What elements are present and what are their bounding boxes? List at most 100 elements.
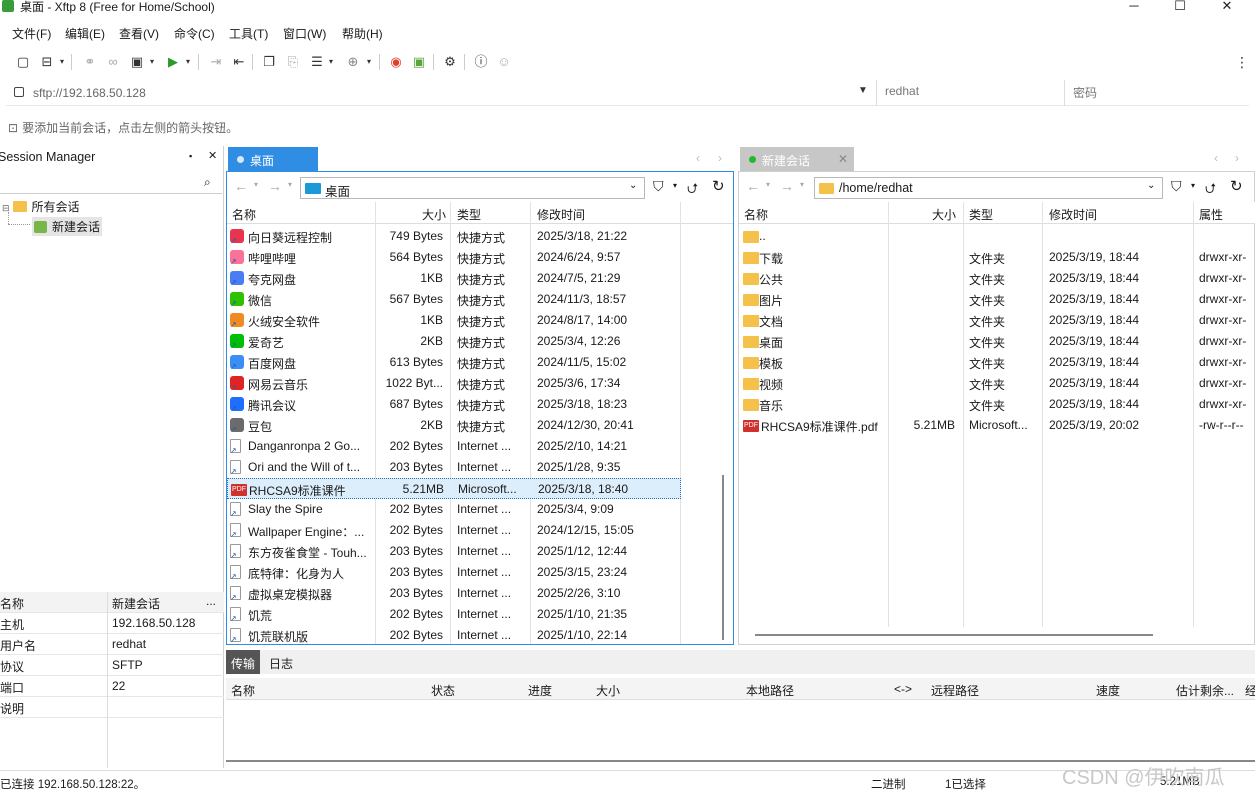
left-scrollbar[interactable] [722,475,724,640]
column-size[interactable]: 大小 [932,206,956,223]
tab-new-session[interactable]: 新建会话 ✕ [740,147,854,171]
bookmark-icon[interactable]: ⛉ [1171,178,1182,195]
column-status[interactable]: 状态 [431,682,455,699]
minimize-button[interactable]: ─ [1114,0,1154,14]
file-row[interactable]: 音乐 文件夹 2025/3/19, 18:44 drwxr-xr- [739,394,1255,415]
file-row[interactable]: 文档 文件夹 2025/3/19, 18:44 drwxr-xr- [739,310,1255,331]
chat-icon[interactable]: ☺ [495,53,513,71]
file-row[interactable]: ↗ 爱奇艺 2KB 快捷方式 2025/3/4, 12:26 [227,331,681,352]
tab-next-icon[interactable]: › [718,151,722,165]
password-input[interactable]: 密码 [1064,80,1249,106]
file-row[interactable]: PDF RHCSA9标准课件.pdf 5.21MB Microsoft... 2025/… [739,415,1255,436]
file-row[interactable]: ↗ 饥荒 202 Bytes Internet ... 2025/1/10, 21:35 [227,604,681,625]
file-row[interactable]: 公共 文件夹 2025/3/19, 18:44 drwxr-xr- [739,268,1255,289]
file-row[interactable]: ↗ 东方夜雀食堂 - Touh... 203 Bytes Internet ... 20… [227,541,681,562]
column-size[interactable]: 大小 [422,206,446,223]
file-row[interactable]: ↗ 虚拟桌宠模拟器 203 Bytes Internet ... 2025/2/26, … [227,583,681,604]
chevron-down-icon[interactable]: ▾ [800,180,804,189]
transfer-mode[interactable]: 二进制 [871,776,906,792]
column-progress[interactable]: 进度 [528,682,552,699]
copy-icon[interactable]: ❐ [260,53,278,71]
xftp-icon[interactable]: ▣ [410,53,428,71]
open-session-icon[interactable]: ⊟ [38,53,56,71]
menu-help[interactable]: 帮助(H) [342,25,383,42]
close-icon[interactable]: ✕ [208,146,217,166]
column-local-path[interactable]: 本地路径 [746,682,794,699]
column-name[interactable]: 名称 [232,206,256,223]
bookmark-icon[interactable]: ⛉ [653,178,664,195]
chevron-down-icon[interactable]: ▾ [57,53,67,71]
file-row[interactable]: ↗ Wallpaper Engine：... 202 Bytes Internet .… [227,520,681,541]
column-speed[interactable]: 速度 [1096,682,1120,699]
column-type[interactable]: 类型 [969,206,993,223]
chevron-down-icon[interactable]: ⌄ [1147,180,1155,191]
column-type[interactable]: 类型 [457,206,481,223]
gear-icon[interactable]: ⚙ [441,53,459,71]
column-size[interactable]: 大小 [596,682,620,699]
column-mtime[interactable]: 修改时间 [1049,206,1097,223]
menu-edit[interactable]: 编辑(E) [65,25,105,42]
upload-icon[interactable]: ⇥ [207,53,225,71]
maximize-button[interactable]: ☐ [1160,0,1200,14]
back-icon[interactable]: ← [234,178,248,194]
menu-command[interactable]: 命令(C) [174,25,215,42]
parent-folder-icon[interactable]: ⮍ [1205,178,1216,202]
chevron-down-icon[interactable]: ▾ [673,181,677,190]
file-row[interactable]: ↗ 百度网盘 613 Bytes 快捷方式 2024/11/5, 15:02 [227,352,681,373]
menu-window[interactable]: 窗口(W) [283,25,326,42]
help-icon[interactable]: ⓘ [472,53,490,71]
file-row[interactable]: 下载 文件夹 2025/3/19, 18:44 drwxr-xr- [739,247,1255,268]
file-row[interactable]: ↗ 网易云音乐 1022 Byt... 快捷方式 2025/3/6, 17:34 [227,373,681,394]
file-row[interactable]: .. [739,226,1255,247]
tab-transfer[interactable]: 传输 [226,650,261,674]
tree-item-all-sessions[interactable]: ⊟ 所有会话 [2,198,80,215]
file-row[interactable]: PDF RHCSA9标准课件 5.21MB Microsoft... 2025/3/18… [227,478,681,499]
tab-prev-icon[interactable]: ‹ [696,151,700,165]
forward-icon[interactable]: → [780,178,794,194]
back-icon[interactable]: ← [746,178,760,194]
chevron-down-icon[interactable]: ▾ [326,53,336,71]
file-row[interactable]: ↗ 饥荒联机版 202 Bytes Internet ... 2025/1/10, 22… [227,625,681,646]
right-path-input[interactable]: /home/redhat ⌄ [814,177,1163,199]
tree-item-new-session[interactable]: 新建会话 [32,217,103,236]
column-name[interactable]: 名称 [744,206,768,223]
file-row[interactable]: ↗ Danganronpa 2 Go... 202 Bytes Internet ..… [227,436,681,457]
close-button[interactable]: ✕ [1207,0,1247,14]
menu-view[interactable]: 查看(V) [119,25,159,42]
session-search[interactable]: ⌕ [0,172,222,194]
right-hscrollbar[interactable] [755,634,1153,636]
file-row[interactable]: ↗ 豆包 2KB 快捷方式 2024/12/30, 20:41 [227,415,681,436]
file-row[interactable]: ↗ Slay the Spire 202 Bytes Internet ... 2025… [227,499,681,520]
disconnect-icon[interactable]: ⚭ [81,53,99,71]
chevron-down-icon[interactable]: ▾ [254,180,258,189]
file-row[interactable]: ↗ 火绒安全软件 1KB 快捷方式 2024/8/17, 14:00 [227,310,681,331]
column-extra[interactable]: 经 [1245,682,1255,699]
xshell-icon[interactable]: ◉ [387,53,405,71]
forward-icon[interactable]: → [268,178,282,194]
parent-folder-icon[interactable]: ⮍ [687,178,698,202]
tab-prev-icon[interactable]: ‹ [1214,151,1218,165]
tab-log[interactable]: 日志 [269,655,293,672]
file-row[interactable]: ↗ 哔哩哔哩 564 Bytes 快捷方式 2024/6/24, 9:57 [227,247,681,268]
tab-desktop[interactable]: 桌面 [228,147,318,171]
refresh-icon[interactable]: ↻ [712,177,725,195]
search-icon[interactable]: ⌕ [204,175,211,190]
tab-next-icon[interactable]: › [1235,151,1239,165]
column-direction[interactable]: <-> [894,682,912,696]
file-row[interactable]: 图片 文件夹 2025/3/19, 18:44 drwxr-xr- [739,289,1255,310]
new-session-icon[interactable]: ▢ [14,53,32,71]
download-icon[interactable]: ⇤ [230,53,248,71]
link-icon[interactable]: ∞ [104,53,122,71]
file-row[interactable]: ↗ 腾讯会议 687 Bytes 快捷方式 2025/3/18, 18:23 [227,394,681,415]
column-name[interactable]: 名称 [231,682,255,699]
file-row[interactable]: 模板 文件夹 2025/3/19, 18:44 drwxr-xr- [739,352,1255,373]
menu-file[interactable]: 文件(F) [12,25,51,42]
host-input[interactable]: sftp://192.168.50.128 [33,86,146,100]
close-tab-icon[interactable]: ✕ [838,152,848,166]
file-row[interactable]: ↗ 夸克网盘 1KB 快捷方式 2024/7/5, 21:29 [227,268,681,289]
new-tab-icon[interactable]: ▣ [128,53,146,71]
chevron-down-icon[interactable]: ⌄ [629,180,637,191]
file-row[interactable]: ↗ 向日葵远程控制 749 Bytes 快捷方式 2025/3/18, 21:22 [227,226,681,247]
file-row[interactable]: ↗ 底特律：化身为人 203 Bytes Internet ... 2025/3/15,… [227,562,681,583]
username-input[interactable]: redhat [876,80,1062,106]
